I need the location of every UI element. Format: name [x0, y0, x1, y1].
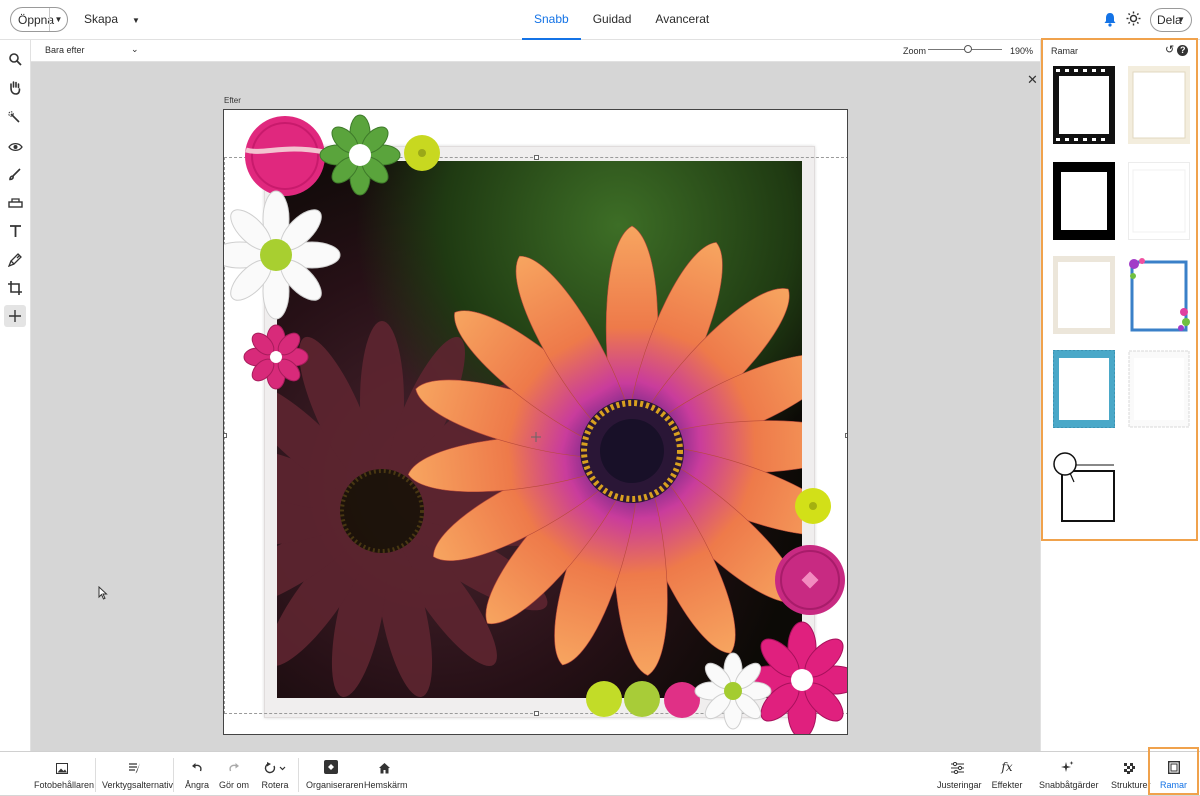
frames-panel: Ramar ↺ ? [1040, 38, 1200, 751]
straighten-tool-icon[interactable] [4, 191, 26, 213]
frame-thumb-black-thick[interactable] [1053, 162, 1115, 240]
organizer-button[interactable]: Organiseraren [306, 752, 364, 796]
open-button[interactable]: Öppna ▼ [10, 7, 68, 32]
type-tool-icon[interactable] [4, 220, 26, 242]
bottom-bar: Fotobehållaren Verktygsalternativ Ångra … [0, 747, 1200, 796]
frame-thumb-vintage-paper[interactable] [1128, 66, 1190, 144]
options-bar: Bara efter ⌄ Zoom 190% [31, 40, 1040, 62]
quick-selection-tool-icon[interactable] [4, 107, 26, 129]
view-select-value: Bara efter [45, 45, 85, 55]
frame-thumb-blue-gingham[interactable] [1053, 350, 1115, 428]
textures-button[interactable]: Strukturer [1111, 752, 1151, 796]
chevron-down-icon: ▼ [132, 16, 140, 25]
move-tool-icon[interactable] [4, 305, 26, 327]
organizer-label: Organiseraren [306, 780, 364, 790]
sliders-icon [937, 752, 977, 774]
open-dropdown-icon[interactable]: ▼ [49, 8, 67, 31]
frame-icon [1150, 749, 1197, 774]
create-button[interactable]: Skapa ▼ [84, 12, 140, 26]
rotate-icon [258, 752, 292, 774]
crop-tool-icon[interactable] [4, 277, 26, 299]
red-eye-tool-icon[interactable] [4, 135, 26, 157]
frames-label: Ramar [1159, 780, 1187, 790]
frame-embellishments [224, 114, 847, 734]
redo-label: Gör om [218, 780, 249, 790]
rotate-label: Rotera [261, 780, 289, 790]
panel-title: Ramar [1051, 46, 1079, 56]
frames-button[interactable]: Ramar [1148, 747, 1199, 795]
zoom-label: Zoom [903, 46, 927, 56]
frame-thumb-cream-photo[interactable] [1053, 256, 1115, 334]
adjustments-button[interactable]: Justeringar [937, 752, 982, 796]
view-select[interactable]: Bara efter ⌄ [45, 44, 139, 55]
photo-bin-label: Fotobehållaren [34, 780, 95, 790]
reset-icon[interactable]: ↺ [1165, 44, 1174, 56]
effects-label: Effekter [991, 780, 1023, 790]
tool-options-icon [102, 752, 168, 774]
photo-bin-icon [34, 752, 90, 774]
redo-icon [218, 752, 250, 774]
home-screen-label: Hemskärm [364, 780, 408, 790]
rotate-button[interactable]: Rotera [258, 752, 292, 796]
divider [95, 758, 96, 792]
fx-icon: fx [1001, 760, 1013, 774]
checker-icon [1111, 752, 1147, 774]
adjustments-label: Justeringar [937, 780, 982, 790]
divider [298, 758, 299, 792]
quick-actions-button[interactable]: Snabbåtgärder [1039, 752, 1099, 796]
undo-button[interactable]: Ångra [181, 752, 213, 796]
redo-button[interactable]: Gör om [218, 752, 250, 796]
tool-panel [0, 40, 31, 751]
tab-guided[interactable]: Guidad [581, 0, 644, 40]
frame-thumb-film-strip[interactable] [1053, 66, 1115, 144]
home-icon [364, 752, 404, 774]
create-label: Skapa [84, 12, 119, 26]
zoom-tool-icon[interactable] [4, 48, 26, 70]
help-icon[interactable]: ? [1177, 45, 1189, 56]
tool-options-button[interactable]: Verktygsalternativ [102, 752, 174, 796]
zoom-slider-thumb[interactable] [964, 45, 972, 53]
mode-tabs: Snabb Guidad Avancerat [522, 0, 721, 40]
bell-icon[interactable] [1103, 12, 1117, 32]
effects-button[interactable]: fx Effekter [990, 752, 1024, 796]
quick-actions-label: Snabbåtgärder [1039, 780, 1099, 790]
frame-thumb-speech-bubble[interactable] [1053, 444, 1115, 522]
zoom-value: 190% [1010, 46, 1034, 56]
spot-healing-brush-icon[interactable] [4, 249, 26, 271]
frame-thumb-thin-white[interactable] [1128, 162, 1190, 240]
mouse-cursor-icon [98, 586, 108, 600]
frame-thumb-deckled-edge[interactable] [1128, 350, 1190, 428]
chevron-down-icon: ▼ [1177, 15, 1185, 24]
tab-expert[interactable]: Avancerat [643, 0, 721, 40]
document-canvas[interactable] [223, 109, 848, 735]
undo-icon [181, 752, 213, 774]
top-bar: Öppna ▼ Skapa ▼ Snabb Guidad Avancerat De… [0, 0, 1200, 40]
textures-label: Strukturer [1111, 780, 1151, 790]
divider [173, 758, 174, 792]
brightness-icon[interactable] [1126, 11, 1141, 31]
frame-thumb-floral-blue[interactable] [1128, 256, 1190, 334]
organizer-icon [306, 752, 356, 774]
tab-quick[interactable]: Snabb [522, 0, 581, 40]
photo-bin-button[interactable]: Fotobehållaren [34, 752, 95, 796]
share-button[interactable]: Dela ▼ [1150, 8, 1192, 32]
panel-actions: ↺ ? [1165, 43, 1189, 56]
tool-options-label: Verktygsalternativ [102, 780, 174, 790]
undo-label: Ångra [184, 780, 210, 790]
hand-tool-icon[interactable] [4, 76, 26, 98]
close-icon[interactable]: ✕ [1027, 72, 1038, 88]
home-screen-button[interactable]: Hemskärm [364, 752, 408, 796]
chevron-down-icon: ⌄ [131, 44, 139, 54]
whiten-teeth-tool-icon[interactable] [4, 163, 26, 185]
canvas-view-label: Efter [224, 96, 241, 105]
sparkle-icon [1039, 752, 1095, 774]
